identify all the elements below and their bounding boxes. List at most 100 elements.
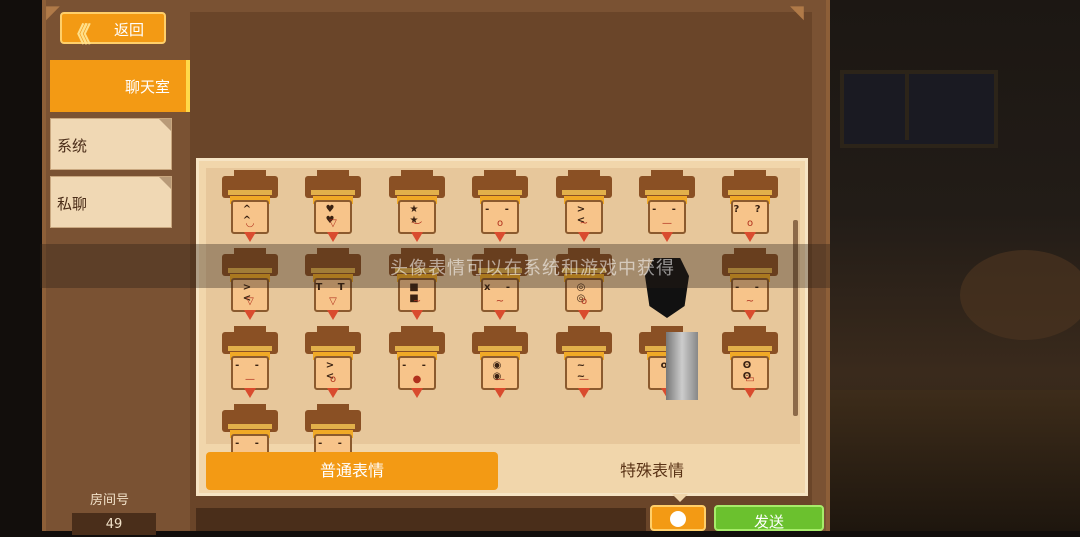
- scarf-icon: [244, 388, 256, 398]
- scarf-icon: [411, 310, 423, 320]
- mouth: o: [746, 218, 754, 229]
- room-number-label: 房间号: [90, 493, 130, 508]
- mouth: ︶: [412, 222, 422, 233]
- emoji-cowboy-face[interactable]: > < ~: [552, 170, 616, 246]
- scarf-icon: [744, 310, 756, 320]
- back-button[interactable]: 《《 返回: [60, 12, 166, 48]
- scarf-icon: [411, 388, 423, 398]
- mouth: —: [579, 374, 589, 385]
- hat-band: [478, 190, 522, 195]
- tab-normal-emoji[interactable]: 普通表情: [206, 452, 498, 490]
- sidebar-item-chatroom[interactable]: 聊天室: [50, 60, 190, 112]
- mouth: o: [329, 374, 337, 385]
- background-window: [840, 70, 998, 148]
- hat-band: [478, 346, 522, 351]
- mouth: ◡: [245, 218, 255, 229]
- emoji-cowboy-face[interactable]: ^ ^ ◡: [218, 170, 282, 246]
- hat-band: [645, 190, 689, 195]
- mouth: ▭: [745, 374, 755, 385]
- page-fold-icon: [159, 119, 171, 131]
- page-fold-icon: [159, 177, 171, 189]
- hat-band: [311, 346, 355, 351]
- mouth: ▽: [246, 296, 254, 307]
- emoji-cowboy-face[interactable]: - - o: [468, 170, 532, 246]
- emoji-cowboy-face[interactable]: - - —: [218, 326, 282, 402]
- emoji-cowboy-face[interactable]: ◉ ◉ —: [468, 326, 532, 402]
- tab-pointer-icon: [672, 494, 688, 502]
- emoji-cowboy-face[interactable]: > < o: [301, 326, 365, 402]
- emoji-cowboy-face[interactable]: ? ? o: [718, 170, 782, 246]
- scarf-icon: [661, 232, 673, 242]
- mouth: o: [496, 218, 504, 229]
- toast-text: 头像表情可以在系统和游戏中获得: [390, 258, 675, 279]
- scarf-icon: [494, 232, 506, 242]
- mouth: ▽: [329, 296, 337, 307]
- room-number-value: 49: [72, 513, 156, 535]
- hat-band: [228, 424, 272, 429]
- hat-band: [395, 190, 439, 195]
- back-label: 返回: [114, 21, 145, 39]
- mouth: —: [662, 218, 672, 229]
- send-button[interactable]: 发送: [714, 505, 824, 531]
- sidebar-item-private-chat[interactable]: 私聊: [50, 176, 172, 228]
- eyes: - -: [235, 360, 265, 371]
- background-bush: [960, 250, 1080, 340]
- scarf-icon: [244, 310, 256, 320]
- scarf-icon: [494, 310, 506, 320]
- chat-input[interactable]: [196, 508, 646, 531]
- background-floor: [830, 390, 1080, 531]
- scarf-icon: [744, 388, 756, 398]
- mouth: ~: [579, 218, 589, 229]
- hat-band: [395, 346, 439, 351]
- background-window-frame: [905, 70, 909, 140]
- scarf-icon: [327, 310, 339, 320]
- eyes: - -: [235, 438, 265, 449]
- hat-band: [562, 190, 606, 195]
- scarf-icon: [578, 232, 590, 242]
- eyes: - -: [402, 360, 432, 371]
- scarf-icon: [327, 232, 339, 242]
- mouth: ▽: [329, 218, 337, 229]
- scarf-icon: [744, 232, 756, 242]
- emoji-cowboy-face[interactable]: ~ ~ —: [552, 326, 616, 402]
- hat-band: [562, 346, 606, 351]
- eyes: ? ?: [733, 204, 767, 215]
- scarf-icon: [411, 232, 423, 242]
- mouth: ●: [412, 374, 422, 385]
- hat-band: [311, 424, 355, 429]
- scarf-icon: [578, 310, 590, 320]
- emoji-cowboy-face[interactable]: ★ ★ ︶: [385, 170, 449, 246]
- eyes: - -: [318, 438, 348, 449]
- mouth: o: [580, 296, 588, 307]
- tab-special-emoji[interactable]: 特殊表情: [506, 452, 798, 490]
- sidebar-item-label: 私聊: [57, 195, 88, 213]
- toast-banner: 头像表情可以在系统和游戏中获得: [40, 244, 830, 288]
- smiley-icon: [670, 511, 686, 527]
- sidebar-item-label: 聊天室: [124, 78, 170, 96]
- hat-band: [728, 346, 772, 351]
- emoji-cowboy-face[interactable]: - - —: [635, 170, 699, 246]
- hat-band: [228, 346, 272, 351]
- hat-band: [728, 190, 772, 195]
- sidebar-item-label: 系统: [57, 137, 88, 155]
- emoji-cowboy-face[interactable]: - - ●: [385, 326, 449, 402]
- stone-pillar-emoji: [666, 332, 698, 400]
- eyes: - -: [652, 204, 682, 215]
- corner-ornament-icon: ◥: [790, 2, 804, 23]
- emoji-toggle-button[interactable]: [650, 505, 706, 531]
- mouth: —: [245, 374, 255, 385]
- eyes: - -: [485, 204, 515, 215]
- scarf-icon: [244, 232, 256, 242]
- corner-ornament-icon: ◤: [46, 2, 60, 23]
- sidebar-item-system[interactable]: 系统: [50, 118, 172, 170]
- mouth: ~: [495, 296, 505, 307]
- mouth: —: [495, 374, 505, 385]
- emoji-cowboy-face[interactable]: ♥ ♥ ▽: [301, 170, 365, 246]
- double-chevron-left-icon: 《《: [66, 23, 91, 48]
- mouth: ~: [412, 296, 422, 307]
- scarf-icon: [494, 388, 506, 398]
- emoji-cowboy-face[interactable]: ʘ ʘ ▭: [718, 326, 782, 402]
- scarf-icon: [327, 388, 339, 398]
- hat-band: [311, 190, 355, 195]
- hat-band: [228, 190, 272, 195]
